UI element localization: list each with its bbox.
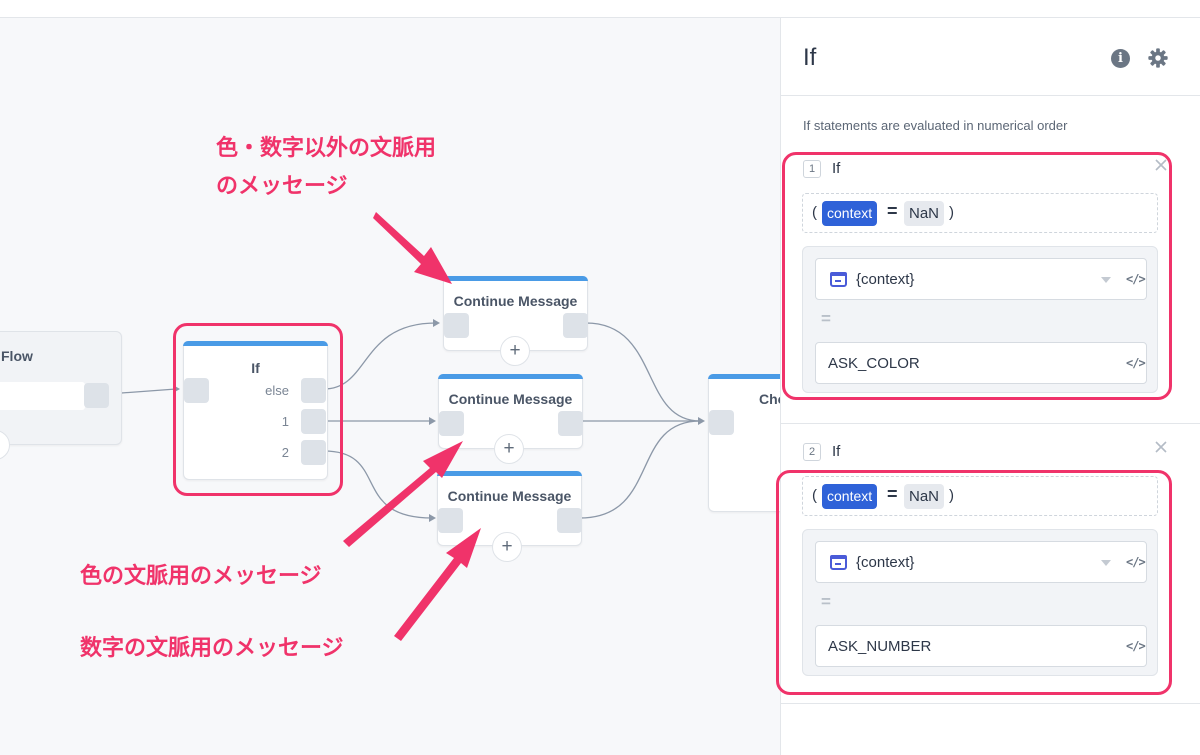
statement-1-highlight [782,152,1172,400]
close-icon[interactable] [1154,440,1168,454]
annotation-middle: 色の文脈用のメッセージ [80,564,322,589]
statement-divider [781,423,1200,424]
statement-number: 2 [803,443,821,461]
annotation-top-line2: のメッセージ [216,174,348,199]
annotation-top-line1: 色・数字以外の文脈用 [216,136,437,161]
statement-divider [781,703,1200,704]
info-icon[interactable]: i [1111,49,1130,68]
gear-icon[interactable] [1147,47,1169,69]
properties-panel: If i If statements are evaluated in nume… [776,18,1200,755]
panel-header: If i [781,18,1200,96]
statement-title: If [832,443,841,460]
flow-canvas[interactable]: Flow If else 1 2 Continue Message + Cont… [0,18,780,755]
panel-description: If statements are evaluated in numerical… [803,118,1068,133]
panel-title: If [803,44,817,71]
top-bar [0,0,1200,18]
annotation-bottom: 数字の文脈用のメッセージ [80,636,344,661]
statement-2-highlight [776,470,1172,695]
